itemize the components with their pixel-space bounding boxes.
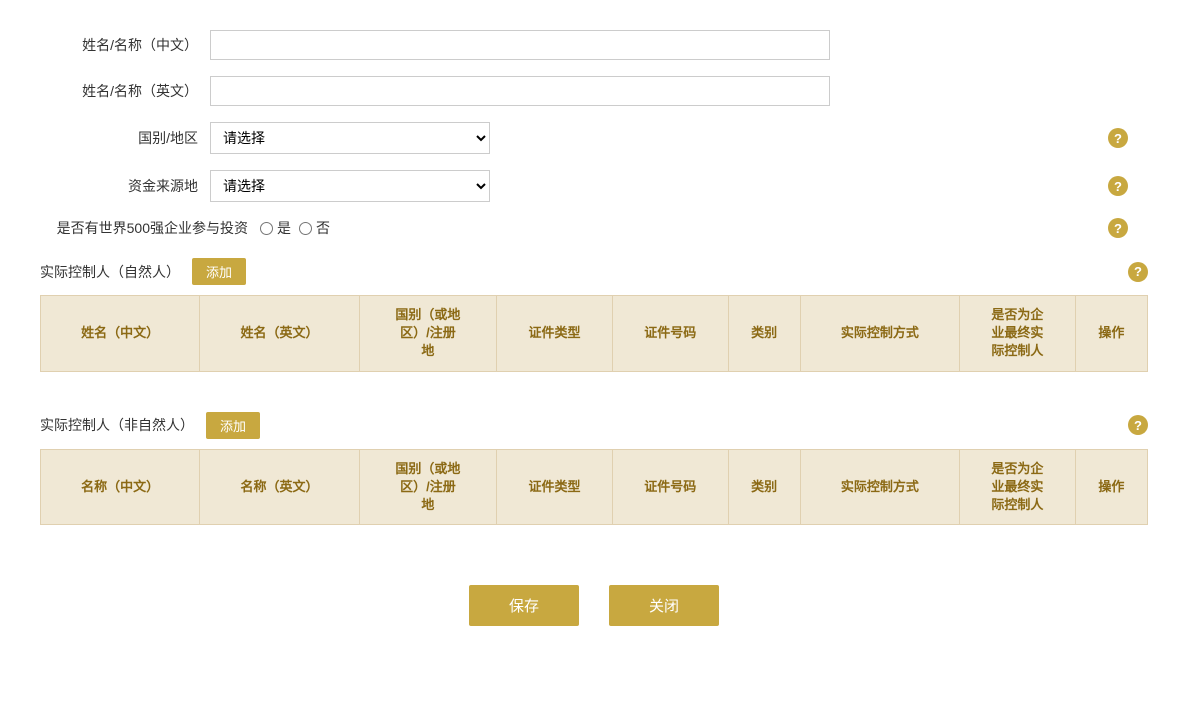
- natural-person-table: 姓名（中文） 姓名（英文） 国别（或地区）/注册地 证件类型 证件号码 类别 实…: [40, 295, 1148, 392]
- np-col-final-controller: 是否为企业最终实际控制人: [960, 296, 1076, 372]
- radio-yes-label[interactable]: 是: [260, 218, 291, 238]
- fund-source-row: 资金来源地 请选择 ?: [40, 170, 1148, 202]
- nnp-col-action: 操作: [1075, 449, 1147, 525]
- radio-yes[interactable]: [260, 222, 273, 235]
- name-en-label: 姓名/名称（英文）: [40, 81, 210, 101]
- non-natural-title: 实际控制人（非自然人）: [40, 415, 194, 435]
- np-col-control-method: 实际控制方式: [800, 296, 959, 372]
- non-natural-table-header-row: 名称（中文） 名称（英文） 国别（或地区）/注册地 证件类型 证件号码 类别 实…: [41, 449, 1148, 525]
- nnp-col-cert-type: 证件类型: [497, 449, 613, 525]
- fortune500-radio-group: 是 否: [260, 218, 330, 238]
- radio-no[interactable]: [299, 222, 312, 235]
- non-natural-help-icon[interactable]: ?: [1128, 415, 1148, 435]
- radio-no-label[interactable]: 否: [299, 218, 330, 238]
- nnp-col-category: 类别: [728, 449, 800, 525]
- action-buttons-bar: 保存 关闭: [40, 585, 1148, 656]
- non-natural-header: 实际控制人（非自然人） 添加 ?: [40, 412, 1148, 439]
- non-natural-table: 名称（中文） 名称（英文） 国别（或地区）/注册地 证件类型 证件号码 类别 实…: [40, 449, 1148, 546]
- np-col-name-en: 姓名（英文）: [200, 296, 359, 372]
- np-col-category: 类别: [728, 296, 800, 372]
- radio-no-text: 否: [316, 218, 330, 238]
- country-row: 国别/地区 请选择 ?: [40, 122, 1148, 154]
- natural-person-empty-row: [41, 371, 1148, 392]
- nnp-col-final-controller: 是否为企业最终实际控制人: [960, 449, 1076, 525]
- non-natural-empty-row: [41, 525, 1148, 546]
- non-natural-add-btn[interactable]: 添加: [206, 412, 260, 439]
- np-col-country: 国别（或地区）/注册地: [359, 296, 497, 372]
- name-cn-row: 姓名/名称（中文）: [40, 30, 1148, 60]
- name-en-input[interactable]: [210, 76, 830, 106]
- fortune500-row: 是否有世界500强企业参与投资 是 否 ?: [40, 218, 1148, 238]
- fund-source-label: 资金来源地: [40, 176, 210, 196]
- name-en-row: 姓名/名称（英文）: [40, 76, 1148, 106]
- natural-person-header: 实际控制人（自然人） 添加 ?: [40, 258, 1148, 285]
- np-col-cert-type: 证件类型: [497, 296, 613, 372]
- fortune500-help-icon[interactable]: ?: [1108, 218, 1128, 238]
- non-natural-section: 实际控制人（非自然人） 添加 ? 名称（中文） 名称（英文） 国别（或地区）/注…: [40, 412, 1148, 546]
- nnp-col-cert-no: 证件号码: [612, 449, 728, 525]
- natural-person-title: 实际控制人（自然人）: [40, 262, 180, 282]
- country-select[interactable]: 请选择: [210, 122, 490, 154]
- natural-person-add-btn[interactable]: 添加: [192, 258, 246, 285]
- name-cn-label: 姓名/名称（中文）: [40, 35, 210, 55]
- natural-person-section: 实际控制人（自然人） 添加 ? 姓名（中文） 姓名（英文） 国别（或地区）/注册…: [40, 258, 1148, 392]
- natural-person-table-header-row: 姓名（中文） 姓名（英文） 国别（或地区）/注册地 证件类型 证件号码 类别 实…: [41, 296, 1148, 372]
- np-col-action: 操作: [1075, 296, 1147, 372]
- np-col-name-cn: 姓名（中文）: [41, 296, 200, 372]
- country-label: 国别/地区: [40, 128, 210, 148]
- nnp-col-country: 国别（或地区）/注册地: [359, 449, 497, 525]
- np-col-cert-no: 证件号码: [612, 296, 728, 372]
- country-help-icon[interactable]: ?: [1108, 128, 1128, 148]
- save-button[interactable]: 保存: [469, 585, 579, 626]
- fortune500-label: 是否有世界500强企业参与投资: [40, 218, 260, 238]
- name-cn-input[interactable]: [210, 30, 830, 60]
- fund-source-help-icon[interactable]: ?: [1108, 176, 1128, 196]
- fund-source-select[interactable]: 请选择: [210, 170, 490, 202]
- nnp-col-name-en: 名称（英文）: [200, 449, 359, 525]
- radio-yes-text: 是: [277, 218, 291, 238]
- nnp-col-name-cn: 名称（中文）: [41, 449, 200, 525]
- natural-person-help-icon[interactable]: ?: [1128, 262, 1148, 282]
- close-button[interactable]: 关闭: [609, 585, 719, 626]
- nnp-col-control-method: 实际控制方式: [800, 449, 959, 525]
